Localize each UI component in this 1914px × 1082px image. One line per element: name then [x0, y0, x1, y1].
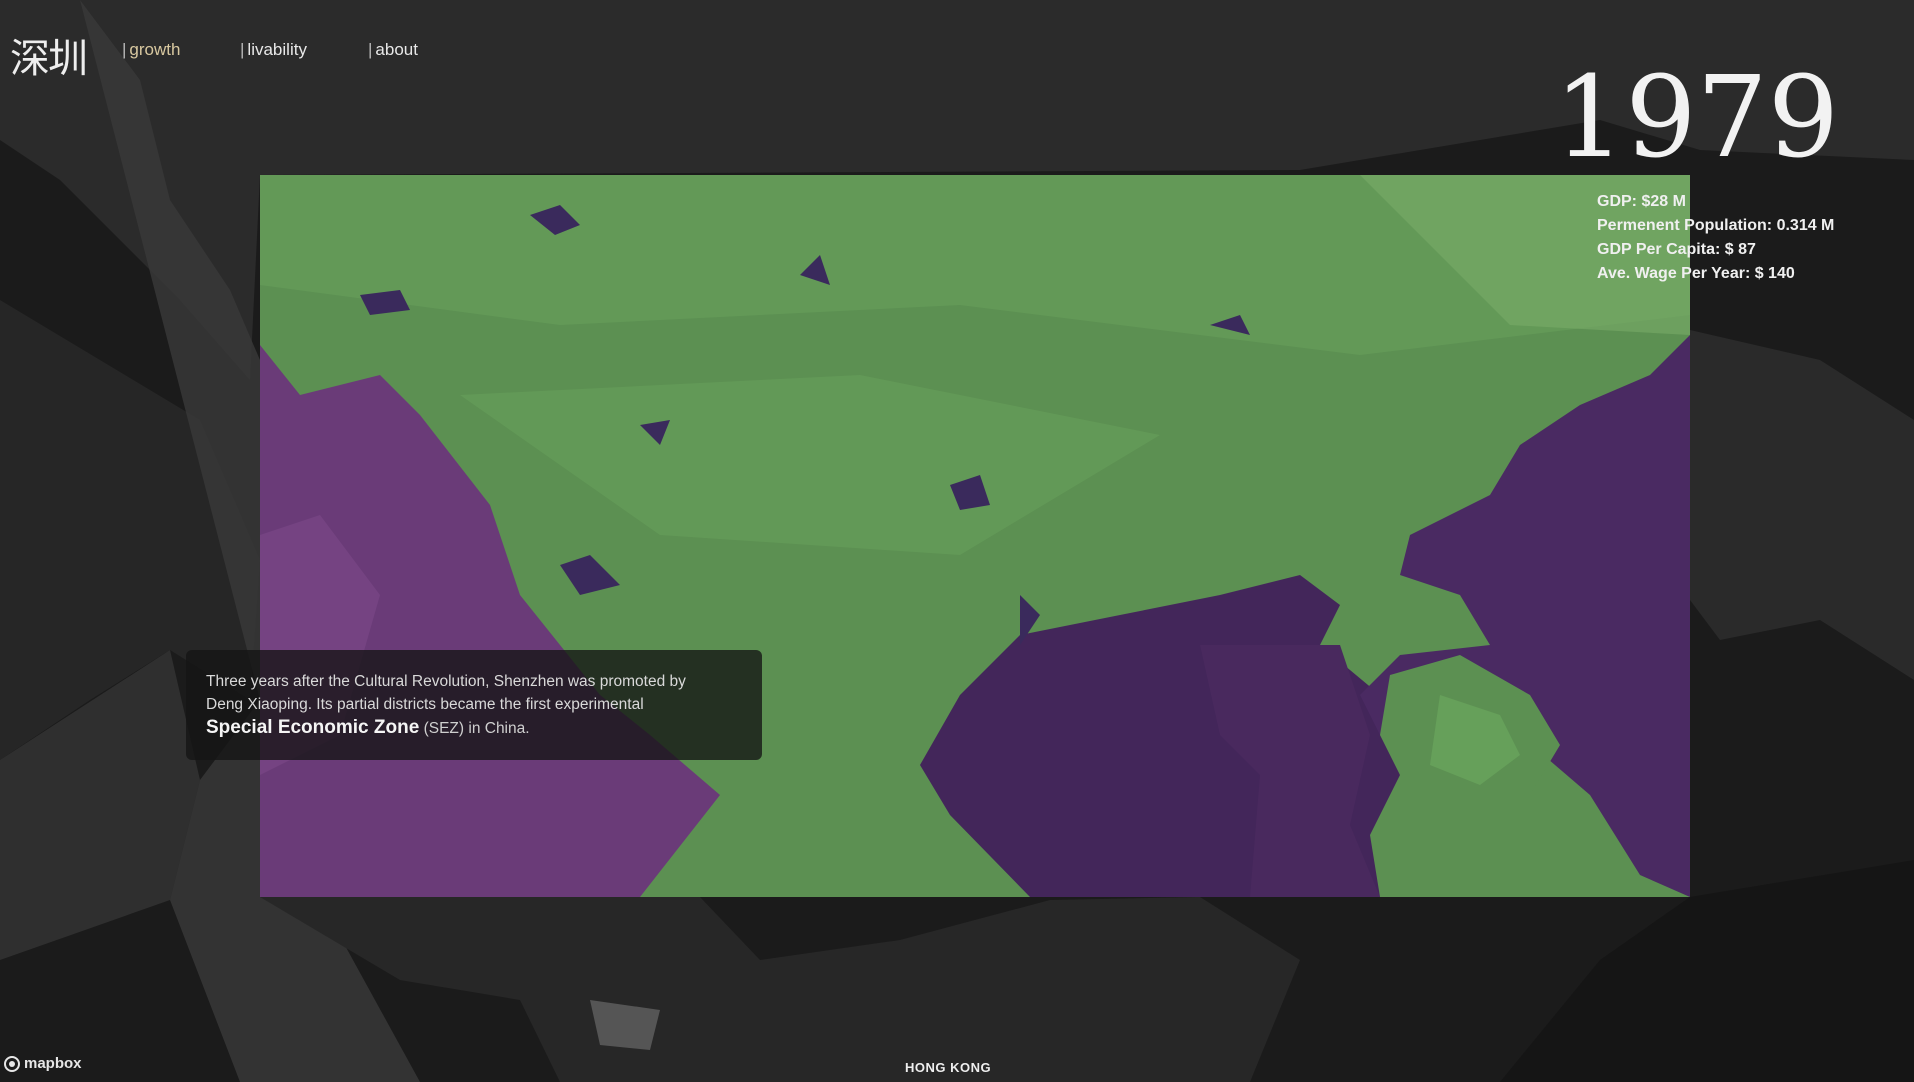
story-line-2: Deng Xiaoping. Its partial districts bec…: [206, 696, 644, 713]
story-highlight: Special Economic Zone: [206, 717, 420, 738]
nav-separator: |: [368, 40, 373, 59]
story-line-1: Three years after the Cultural Revolutio…: [206, 673, 686, 690]
nav-about-label: about: [375, 40, 418, 59]
mapbox-label: mapbox: [24, 1055, 82, 1072]
nav-growth-label: growth: [129, 40, 181, 59]
stats-panel: GDP: $28 M Permenent Population: 0.314 M…: [1597, 190, 1834, 286]
gdp-stat: GDP: $28 M: [1597, 193, 1686, 210]
mapbox-attribution[interactable]: mapbox: [4, 1055, 82, 1072]
population-stat: Permenent Population: 0.314 M: [1597, 217, 1835, 234]
average-wage-stat: Ave. Wage Per Year: $ 140: [1597, 265, 1795, 282]
year-display: 1979: [1553, 53, 1839, 183]
story-card: Three years after the Cultural Revolutio…: [186, 650, 762, 760]
satellite-image-overlay: [260, 175, 1690, 897]
nav-separator: |: [240, 40, 245, 59]
nav-about-link[interactable]: | about: [368, 40, 418, 60]
story-tail: in China.: [468, 720, 530, 737]
mapbox-logo-icon: [4, 1055, 20, 1072]
story-line-3: Special Economic Zone (SEZ) in China.: [206, 716, 742, 740]
site-logo[interactable]: 深圳: [10, 26, 88, 84]
gdp-per-capita-stat: GDP Per Capita: $ 87: [1597, 241, 1756, 258]
place-label-hong-kong: HONG KONG: [905, 1060, 992, 1075]
nav-separator: |: [122, 40, 127, 59]
story-abbr: (SEZ): [423, 720, 465, 737]
nav-growth-link[interactable]: | growth: [122, 40, 180, 60]
nav-livability-link[interactable]: | livability: [240, 40, 307, 60]
nav-livability-label: livability: [247, 40, 307, 59]
